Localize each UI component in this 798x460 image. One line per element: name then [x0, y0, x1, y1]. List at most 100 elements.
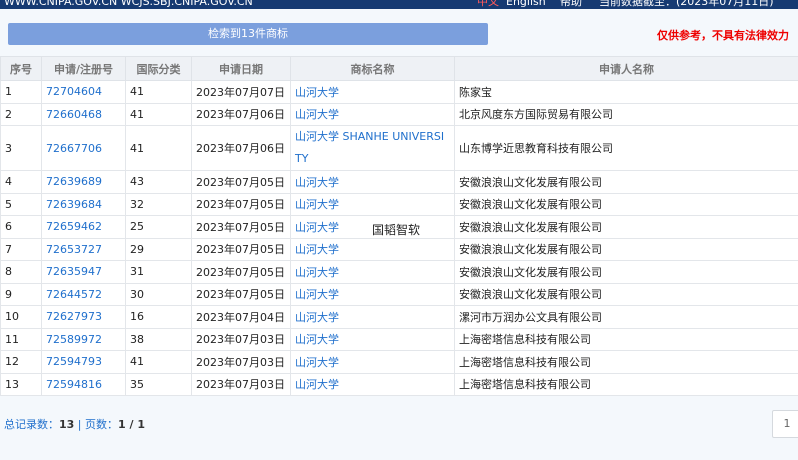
- mark-name-link[interactable]: 山河大学: [295, 333, 339, 346]
- cell-mark-name: 山河大学: [290, 80, 455, 104]
- col-header-applicant[interactable]: 申请人名称: [454, 56, 798, 81]
- mark-name-link[interactable]: 山河大学: [295, 108, 339, 121]
- reg-no-link[interactable]: 72667706: [46, 142, 102, 155]
- cell-reg-no: 72627973: [41, 305, 126, 329]
- cell-applicant: 陈家宝: [454, 80, 798, 104]
- cell-reg-no: 72653727: [41, 237, 126, 261]
- cell-reg-no: 72594793: [41, 350, 126, 374]
- cell-class: 41: [125, 350, 192, 374]
- cell-mark-name: 山河大学: [290, 192, 455, 216]
- cell-date: 2023年07月05日: [191, 170, 291, 194]
- cell-mark-name: 山河大学: [290, 102, 455, 126]
- reg-no-link[interactable]: 72644572: [46, 288, 102, 301]
- cell-date: 2023年07月05日: [191, 260, 291, 284]
- reg-no-link[interactable]: 72627973: [46, 310, 102, 323]
- col-header-mark-name[interactable]: 商标名称: [290, 56, 455, 81]
- table-row: 12 72594793 41 2023年07月03日 山河大学 上海密塔信息科技有限公司: [0, 350, 798, 374]
- cell-class: 32: [125, 192, 192, 216]
- top-nav-bar: WWW.CNIPA.GOV.CN WCJS.SBJ.CNIPA.GOV.CN 中…: [0, 0, 798, 9]
- cell-class: 25: [125, 215, 192, 239]
- cell-class: 41: [125, 102, 192, 126]
- cell-applicant: 上海密塔信息科技有限公司: [454, 372, 798, 396]
- col-header-date[interactable]: 申请日期: [191, 56, 291, 81]
- col-header-class[interactable]: 国际分类: [125, 56, 192, 81]
- cell-mark-name: 山河大学: [290, 372, 455, 396]
- reg-no-link[interactable]: 72639689: [46, 175, 102, 188]
- total-label: 总记录数：: [4, 418, 59, 431]
- cell-class: 41: [125, 80, 192, 104]
- mark-name-link[interactable]: 山河大学: [295, 86, 339, 99]
- cell-class: 43: [125, 170, 192, 194]
- cell-class: 31: [125, 260, 192, 284]
- cell-applicant: 山东博学近思教育科技有限公司: [454, 125, 798, 171]
- cell-mark-name: 山河大学: [290, 350, 455, 374]
- separator: |: [74, 418, 86, 431]
- cell-index: 7: [0, 237, 42, 261]
- col-header-reg-no[interactable]: 申请/注册号: [41, 56, 126, 81]
- mark-name-link[interactable]: 山河大学: [295, 288, 339, 301]
- cell-reg-no: 72644572: [41, 282, 126, 306]
- reg-no-link[interactable]: 72594816: [46, 378, 102, 391]
- mark-name-link[interactable]: 山河大学: [295, 378, 339, 391]
- table-row: 1 72704604 41 2023年07月07日 山河大学 陈家宝: [0, 80, 798, 104]
- lang-en-link[interactable]: English: [506, 0, 546, 8]
- cell-date: 2023年07月03日: [191, 350, 291, 374]
- cell-class: 35: [125, 372, 192, 396]
- cell-date: 2023年07月05日: [191, 192, 291, 216]
- cell-date: 2023年07月05日: [191, 215, 291, 239]
- table-row: 7 72653727 29 2023年07月05日 山河大学 安徽浪浪山文化发展有限公司: [0, 237, 798, 261]
- cell-mark-name: 山河大学: [290, 260, 455, 284]
- col-header-index[interactable]: 序号: [0, 56, 42, 81]
- cell-date: 2023年07月03日: [191, 372, 291, 396]
- mark-name-link[interactable]: 山河大学 SHANHE UNIVERSITY: [295, 130, 444, 165]
- mark-name-link[interactable]: 山河大学: [295, 266, 339, 279]
- table-row: 11 72589972 38 2023年07月03日 山河大学 上海密塔信息科技有限公司: [0, 327, 798, 351]
- pagination-summary: 总记录数：13 | 页数：1 / 1: [4, 416, 145, 432]
- disclaimer: 仅供参考，不具有法律效力: [657, 29, 789, 42]
- reg-no-link[interactable]: 72594793: [46, 355, 102, 368]
- mark-name-link[interactable]: 山河大学: [295, 198, 339, 211]
- reg-no-link[interactable]: 72659462: [46, 220, 102, 233]
- pages-value: 1 / 1: [118, 418, 145, 431]
- table-row: 3 72667706 41 2023年07月06日 山河大学 SHANHE UNIVER…: [0, 125, 798, 171]
- cell-class: 30: [125, 282, 192, 306]
- reg-no-link[interactable]: 72589972: [46, 333, 102, 346]
- table-row: 10 72627973 16 2023年07月04日 山河大学 漯河市万润办公文具有限公司: [0, 305, 798, 329]
- reg-no-link[interactable]: 72653727: [46, 243, 102, 256]
- watermark: 国韬智软: [372, 221, 421, 238]
- table-row: 13 72594816 35 2023年07月03日 山河大学 上海密塔信息科技有限公司: [0, 372, 798, 396]
- reg-no-link[interactable]: 72704604: [46, 85, 102, 98]
- table-header-row: 序号 申请/注册号 国际分类 申请日期 商标名称 申请人名称: [0, 56, 798, 81]
- cell-reg-no: 72635947: [41, 260, 126, 284]
- mark-name-link[interactable]: 山河大学: [295, 221, 339, 234]
- lang-zh-link[interactable]: 中文: [477, 0, 499, 8]
- cell-date: 2023年07月05日: [191, 237, 291, 261]
- cell-class: 29: [125, 237, 192, 261]
- cell-date: 2023年07月04日: [191, 305, 291, 329]
- mark-name-link[interactable]: 山河大学: [295, 243, 339, 256]
- cell-date: 2023年07月03日: [191, 327, 291, 351]
- cell-mark-name: 山河大学: [290, 327, 455, 351]
- reg-no-link[interactable]: 72635947: [46, 265, 102, 278]
- help-link[interactable]: 帮助: [560, 0, 582, 8]
- mark-name-link[interactable]: 山河大学: [295, 311, 339, 324]
- cell-date: 2023年07月05日: [191, 282, 291, 306]
- mark-name-link[interactable]: 山河大学: [295, 356, 339, 369]
- reg-no-link[interactable]: 72660468: [46, 108, 102, 121]
- reg-no-link[interactable]: 72639684: [46, 198, 102, 211]
- cell-applicant: 安徽浪浪山文化发展有限公司: [454, 282, 798, 306]
- cell-applicant: 上海密塔信息科技有限公司: [454, 350, 798, 374]
- mark-name-link[interactable]: 山河大学: [295, 176, 339, 189]
- pages-label: 页数：: [85, 418, 119, 431]
- table-row: 5 72639684 32 2023年07月05日 山河大学 安徽浪浪山文化发展有限公司: [0, 192, 798, 216]
- table-row: 2 72660468 41 2023年07月06日 山河大学 北京风度东方国际贸易有限公司: [0, 102, 798, 126]
- cell-reg-no: 72704604: [41, 80, 126, 104]
- cell-class: 41: [125, 125, 192, 171]
- cell-index: 4: [0, 170, 42, 194]
- page-button[interactable]: 1: [772, 410, 798, 438]
- cell-mark-name: 山河大学: [290, 170, 455, 194]
- site-url: WWW.CNIPA.GOV.CN WCJS.SBJ.CNIPA.GOV.CN: [4, 0, 253, 8]
- cell-index: 12: [0, 350, 42, 374]
- cell-reg-no: 72667706: [41, 125, 126, 171]
- cell-reg-no: 72589972: [41, 327, 126, 351]
